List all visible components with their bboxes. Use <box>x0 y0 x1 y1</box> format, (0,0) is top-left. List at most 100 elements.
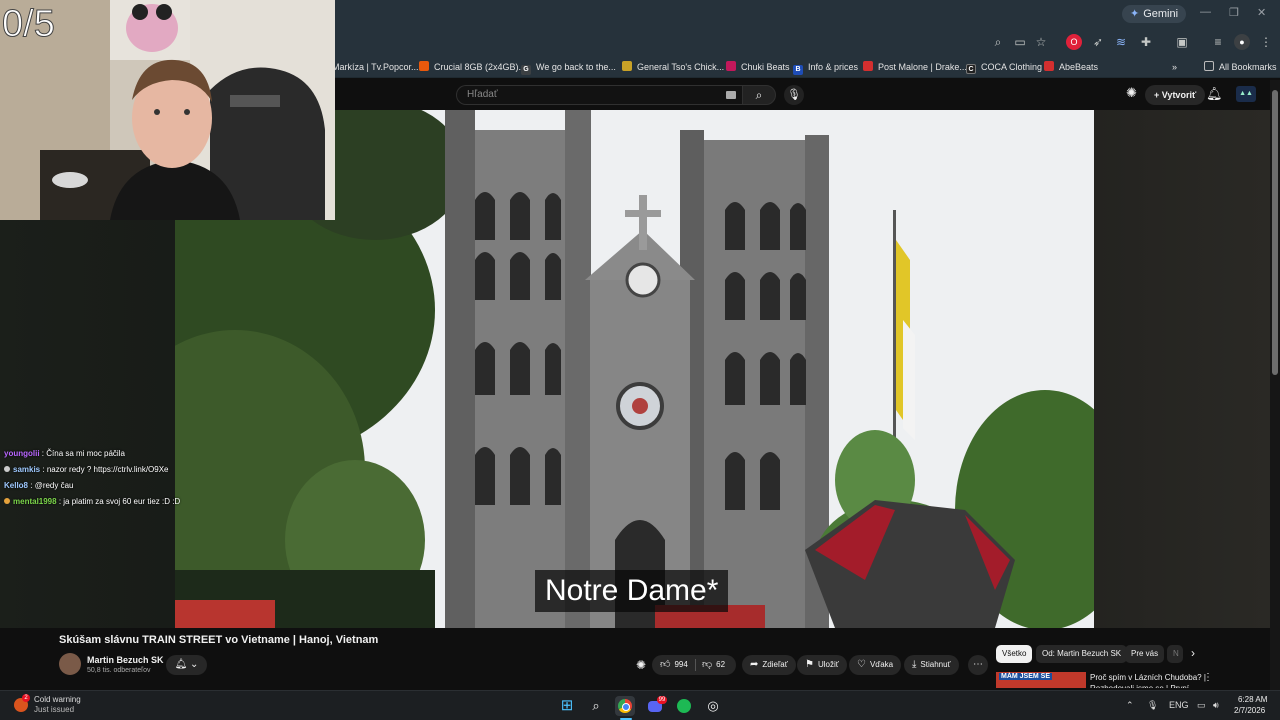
chat-text: : nazor redy ? https://ctrlv.link/O9Xe <box>42 465 169 474</box>
all-bookmarks[interactable]: All Bookmarks <box>1204 60 1277 74</box>
gemini-sparkle-icon: ✦ <box>1130 8 1140 20</box>
download-button[interactable]: ⤓ Stiahnuť <box>904 655 959 675</box>
extensions-puzzle-icon[interactable]: ✚ <box>1138 34 1154 50</box>
subscriber-count: 50,8 tis. odberateľov <box>87 667 151 674</box>
weather-badge: 2 <box>22 694 30 702</box>
scrollbar-thumb[interactable] <box>1272 90 1278 375</box>
sparkle-icon[interactable]: ✺ <box>1126 85 1137 101</box>
close-icon[interactable]: ✕ <box>1257 6 1266 19</box>
beats-icon <box>726 61 736 71</box>
bookmark-item[interactable]: C COCA Clothing <box>966 60 1042 74</box>
profile-avatar-icon[interactable]: ● <box>1234 34 1250 50</box>
bell-icon: 🔔︎ <box>174 659 188 670</box>
chat-message: mental1998 : ja platim za svoj 60 eur ti… <box>4 494 204 510</box>
abebeats-icon <box>1044 61 1054 71</box>
recommended-menu-icon[interactable]: ⋮ <box>1203 672 1213 683</box>
chat-message: samkis : nazor redy ? https://ctrlv.link… <box>4 462 204 478</box>
tray-display-icon[interactable]: ▭ <box>1197 700 1206 711</box>
chip-truncated[interactable]: N <box>1167 645 1183 663</box>
clock-date[interactable]: 2/7/2026 <box>1234 706 1265 715</box>
restore-icon[interactable]: ❐ <box>1229 6 1239 19</box>
bookmark-item[interactable]: Post Malone | Drake... <box>863 60 967 74</box>
bookmark-item[interactable]: B Info & prices <box>793 60 858 75</box>
gemini-button[interactable]: ✦ Gemini <box>1122 5 1187 23</box>
bookmark-item[interactable]: G We go back to the... <box>521 60 616 75</box>
recommended-thumbnail[interactable]: MÁM JSEM SE <box>996 672 1086 688</box>
tray-microphone-icon[interactable]: 🎙 <box>1147 700 1158 711</box>
bookmark-item[interactable]: Markíza | Tv.Popcor... <box>332 60 419 74</box>
thanks-button[interactable]: ♡ Vďaka <box>849 655 902 675</box>
thumbs-down-icon: 👎︎ <box>702 659 713 670</box>
chat-user: mental1998 <box>13 497 57 506</box>
channel-name[interactable]: Martin Bezuch SK <box>87 655 164 665</box>
b-icon: B <box>793 65 803 75</box>
discord-badge: 99 <box>657 696 667 704</box>
tray-chevron-up-icon[interactable]: ⌃ <box>1126 700 1134 711</box>
chrome-icon[interactable] <box>615 696 635 716</box>
side-panel-icon[interactable]: ▣ <box>1174 34 1190 50</box>
weather-title[interactable]: Cold warning <box>34 695 81 704</box>
language-indicator[interactable]: ENG <box>1169 700 1189 710</box>
bookmarks-overflow-icon[interactable]: » <box>1172 60 1177 74</box>
create-button[interactable]: + Vytvoriť <box>1145 85 1206 105</box>
badge-icon <box>4 466 10 472</box>
recipe-icon <box>622 61 632 71</box>
gemini-label: Gemini <box>1143 8 1179 20</box>
extension-gray-icon[interactable]: ➶ <box>1090 34 1106 50</box>
crucial-icon <box>419 61 429 71</box>
taskbar-search-icon[interactable]: ⌕ <box>586 696 606 716</box>
bookmark-item[interactable]: General Tso's Chick... <box>622 60 724 74</box>
search-icon: ⌕ <box>755 88 763 102</box>
chip-from-channel[interactable]: Od: Martin Bezuch SK <box>1036 645 1128 663</box>
bookmark-item[interactable]: AbeBeats <box>1044 60 1098 74</box>
windows-start-icon[interactable]: ⊞ <box>557 696 577 716</box>
chip-all[interactable]: Všetko <box>996 645 1033 663</box>
screen: ✦ Gemini — ❐ ✕ ⌕ ▭ ☆ O ➶ ≋ ✚ ▣ ≡ ● ⋮ Mark… <box>0 0 1280 720</box>
extension-audio-icon[interactable]: ≋ <box>1113 34 1129 50</box>
extension-opera-icon[interactable]: O <box>1066 34 1082 50</box>
chip-for-you[interactable]: Pre vás <box>1125 645 1165 663</box>
page-scrollbar[interactable] <box>1270 80 1280 690</box>
bookmark-item[interactable]: Chuki Beats <box>726 60 790 74</box>
more-actions-icon[interactable]: ⋯ <box>968 655 988 675</box>
like-button[interactable]: 👍︎ 994 <box>660 655 688 675</box>
tray-volume-icon[interactable]: 🔊︎ <box>1213 700 1219 711</box>
clock-time[interactable]: 6:28 AM <box>1238 695 1267 704</box>
chevron-right-icon[interactable]: › <box>1191 646 1195 660</box>
zoom-icon[interactable]: ⌕ <box>990 34 1006 50</box>
obs-icon[interactable]: ◎ <box>703 696 723 716</box>
search-button[interactable]: ⌕ <box>742 85 776 105</box>
channel-avatar[interactable] <box>59 653 81 675</box>
chat-user: samkis <box>13 465 41 474</box>
bookmark-star-icon[interactable]: ☆ <box>1033 34 1049 50</box>
video-subtitle: Notre Dame* <box>535 570 729 612</box>
like-dislike-group: 👍︎ 994 👎︎ 62 <box>652 655 736 675</box>
voice-search-icon[interactable]: 🎙 <box>784 85 804 105</box>
browser-menu-icon[interactable]: ⋮ <box>1258 34 1274 50</box>
cast-icon[interactable]: ▭ <box>1012 34 1028 50</box>
dislike-button[interactable]: 👎︎ 62 <box>702 655 725 675</box>
account-avatar[interactable]: ▲▲ <box>1236 86 1256 102</box>
save-button[interactable]: ⚑ Uložiť <box>797 655 847 675</box>
spotify-icon[interactable] <box>674 696 694 716</box>
google-icon: G <box>521 65 531 75</box>
share-button[interactable]: ➦ Zdieľať <box>742 655 796 675</box>
chat-text: : @redy čau <box>30 481 74 490</box>
search-input[interactable]: Hľadať <box>456 85 742 105</box>
chat-message: Kello8 : @redy čau <box>4 478 204 494</box>
keyboard-icon[interactable] <box>726 91 736 99</box>
bookmark-item[interactable]: Crucial 8GB (2x4GB)... <box>419 60 526 74</box>
tab-search-icon[interactable]: ≡ <box>1210 34 1226 50</box>
minimize-icon[interactable]: — <box>1200 6 1211 18</box>
recommended-title[interactable]: Proč spím v Lázních Chudoba? | Rozhodova… <box>1090 672 1210 688</box>
folder-icon <box>1204 61 1214 71</box>
chat-text: : ja platim za svoj 60 eur tiez :D :D <box>58 497 181 506</box>
sparkle-ask-icon[interactable]: ✺ <box>636 658 646 672</box>
discord-icon[interactable]: 99 <box>645 696 667 716</box>
streamer-webcam: 0/5 <box>0 0 335 220</box>
notifications-bell-icon[interactable]: 🔔︎ <box>1206 86 1223 102</box>
chat-user: youngolii <box>4 449 40 458</box>
share-icon: ➦ <box>750 659 759 670</box>
subscribed-bell-button[interactable]: 🔔︎ ⌄ <box>166 655 207 675</box>
challenge-counter: 0/5 <box>2 3 56 46</box>
